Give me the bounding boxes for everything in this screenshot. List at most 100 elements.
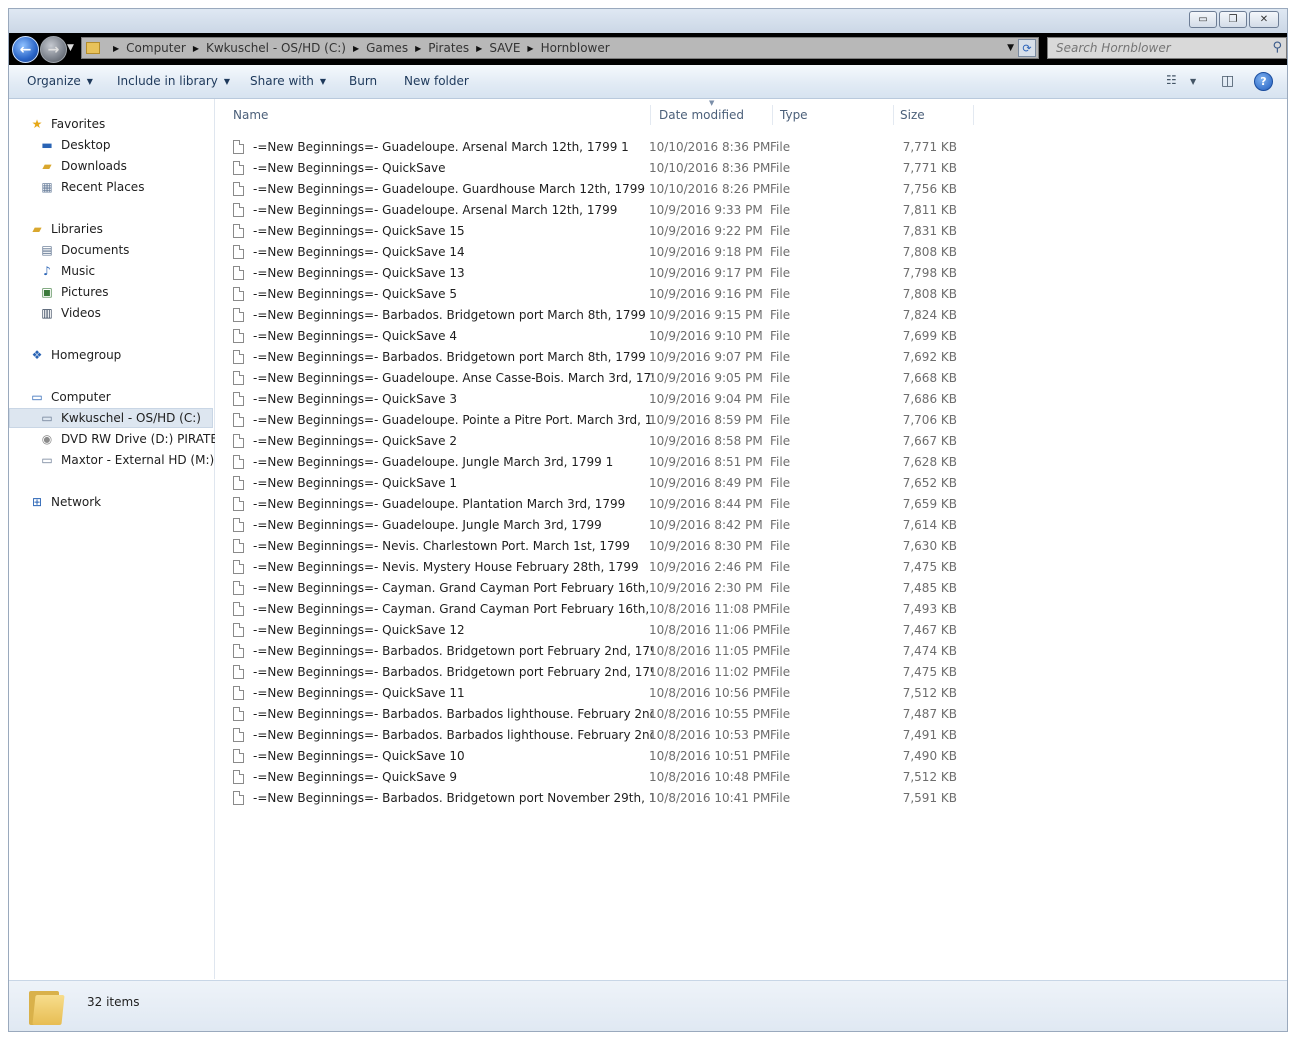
address-bar[interactable]: ▶ Computer ▶ Kwkuschel - OS/HD (C:) ▶ Ga…	[81, 37, 1039, 59]
forward-button[interactable]: →	[40, 36, 67, 63]
chevron-right-icon[interactable]: ▶	[415, 44, 421, 53]
breadcrumb-drive-c[interactable]: Kwkuschel - OS/HD (C:)	[206, 41, 346, 55]
table-row[interactable]: -=New Beginnings=- QuickSave 10/10/2016 8…	[233, 157, 993, 178]
table-row[interactable]: -=New Beginnings=- QuickSave 4 10/9/2016 …	[233, 325, 993, 346]
column-type[interactable]: Type	[774, 105, 894, 125]
table-row[interactable]: -=New Beginnings=- Nevis. Mystery House …	[233, 556, 993, 577]
table-row[interactable]: -=New Beginnings=- QuickSave 2 10/9/2016 …	[233, 430, 993, 451]
file-type: File	[770, 265, 791, 280]
table-row[interactable]: -=New Beginnings=- QuickSave 3 10/9/2016 …	[233, 388, 993, 409]
minimize-button[interactable]: ▭	[1189, 11, 1217, 28]
file-date: 10/9/2016 8:51 PM	[649, 454, 763, 469]
file-name: -=New Beginnings=- QuickSave 13	[253, 265, 465, 280]
file-date: 10/9/2016 8:49 PM	[649, 475, 763, 490]
nav-favorites[interactable]: ★ Favorites	[29, 114, 106, 134]
title-bar: ▭ ❐ ✕	[9, 9, 1287, 33]
table-row[interactable]: -=New Beginnings=- QuickSave 15 10/9/2016…	[233, 220, 993, 241]
chevron-right-icon[interactable]: ▶	[476, 44, 482, 53]
burn-button[interactable]: Burn	[349, 74, 377, 88]
organize-button[interactable]: Organize ▼	[27, 74, 93, 88]
table-row[interactable]: -=New Beginnings=- Cayman. Grand Cayman …	[233, 577, 993, 598]
file-size: 7,798 KB	[902, 265, 957, 280]
nav-libraries[interactable]: ▰ Libraries	[29, 219, 103, 239]
file-icon	[233, 139, 244, 154]
table-row[interactable]: -=New Beginnings=- QuickSave 12 10/8/2016…	[233, 619, 993, 640]
table-row[interactable]: -=New Beginnings=- QuickSave 1 10/9/2016 …	[233, 472, 993, 493]
nav-homegroup[interactable]: ❖ Homegroup	[29, 345, 122, 365]
chevron-right-icon[interactable]: ▶	[527, 44, 533, 53]
nav-computer[interactable]: ▭ Computer	[29, 387, 110, 407]
music-icon: ♪	[43, 264, 51, 278]
table-row[interactable]: -=New Beginnings=- Barbados. Barbados li…	[233, 703, 993, 724]
nav-drive-d[interactable]: ◉ DVD RW Drive (D:) PIRATES	[39, 429, 226, 449]
nav-documents[interactable]: ▤ Documents	[39, 240, 129, 260]
table-row[interactable]: -=New Beginnings=- Barbados. Bridgetown …	[233, 661, 993, 682]
nav-libraries-label: Libraries	[51, 222, 103, 236]
column-name-label: Name	[233, 108, 269, 122]
nav-videos[interactable]: ▥ Videos	[39, 303, 101, 323]
table-row[interactable]: -=New Beginnings=- Guadeloupe. Pointe a …	[233, 409, 993, 430]
close-button[interactable]: ✕	[1249, 11, 1279, 28]
table-row[interactable]: -=New Beginnings=- QuickSave 14 10/9/2016…	[233, 241, 993, 262]
nav-desktop[interactable]: ▬ Desktop	[39, 135, 110, 155]
nav-drive-c[interactable]: ▭ Kwkuschel - OS/HD (C:)	[9, 408, 213, 428]
file-name: -=New Beginnings=- Guadeloupe. Anse Cass…	[253, 370, 653, 385]
address-dropdown-icon[interactable]: ▼	[1007, 43, 1014, 53]
back-button[interactable]: ←	[12, 36, 39, 63]
table-row[interactable]: -=New Beginnings=- Barbados. Bridgetown …	[233, 346, 993, 367]
table-row[interactable]: -=New Beginnings=- Cayman. Grand Cayman …	[233, 598, 993, 619]
file-date: 10/8/2016 10:53 PM	[649, 727, 771, 742]
table-row[interactable]: -=New Beginnings=- Barbados. Bridgetown …	[233, 304, 993, 325]
file-size: 7,628 KB	[902, 454, 957, 469]
file-size: 7,699 KB	[902, 328, 957, 343]
table-row[interactable]: -=New Beginnings=- Barbados. Barbados li…	[233, 724, 993, 745]
chevron-right-icon[interactable]: ▶	[193, 44, 199, 53]
table-row[interactable]: -=New Beginnings=- Barbados. Bridgetown …	[233, 640, 993, 661]
chevron-right-icon[interactable]: ▶	[353, 44, 359, 53]
nav-downloads[interactable]: ▰ Downloads	[39, 156, 127, 176]
new-folder-button[interactable]: New folder	[404, 74, 469, 88]
table-row[interactable]: -=New Beginnings=- Guadeloupe. Guardhous…	[233, 178, 993, 199]
chevron-right-icon[interactable]: ▶	[113, 44, 119, 53]
include-in-library-button[interactable]: Include in library ▼	[117, 74, 230, 88]
table-row[interactable]: -=New Beginnings=- QuickSave 5 10/9/2016 …	[233, 283, 993, 304]
table-row[interactable]: -=New Beginnings=- Guadeloupe. Arsenal M…	[233, 136, 993, 157]
file-icon	[233, 349, 244, 364]
breadcrumb-pirates[interactable]: Pirates	[428, 41, 469, 55]
share-with-button[interactable]: Share with ▼	[250, 74, 326, 88]
breadcrumb-save[interactable]: SAVE	[489, 41, 520, 55]
table-row[interactable]: -=New Beginnings=- QuickSave 9 10/8/2016 …	[233, 766, 993, 787]
table-row[interactable]: -=New Beginnings=- Nevis. Charlestown Po…	[233, 535, 993, 556]
table-row[interactable]: -=New Beginnings=- QuickSave 10 10/8/2016…	[233, 745, 993, 766]
preview-pane-button[interactable]: ◫	[1221, 73, 1239, 89]
nav-drive-m[interactable]: ▭ Maxtor - External HD (M:)	[39, 450, 214, 470]
table-row[interactable]: -=New Beginnings=- Guadeloupe. Arsenal M…	[233, 199, 993, 220]
breadcrumb-hornblower[interactable]: Hornblower	[541, 41, 610, 55]
column-date-modified[interactable]: Date modified	[653, 105, 773, 125]
breadcrumb-games[interactable]: Games	[366, 41, 408, 55]
nav-network[interactable]: ⊞ Network	[29, 492, 101, 512]
table-row[interactable]: -=New Beginnings=- Guadeloupe. Jungle Ma…	[233, 451, 993, 472]
table-row[interactable]: -=New Beginnings=- Guadeloupe. Jungle Ma…	[233, 514, 993, 535]
table-row[interactable]: -=New Beginnings=- QuickSave 13 10/9/2016…	[233, 262, 993, 283]
column-size[interactable]: Size	[894, 105, 974, 125]
help-button[interactable]: ?	[1254, 72, 1273, 91]
change-view-button[interactable]: ☷	[1166, 73, 1184, 89]
search-icon[interactable]: ⚲	[1272, 40, 1282, 55]
table-row[interactable]: -=New Beginnings=- QuickSave 11 10/8/2016…	[233, 682, 993, 703]
table-row[interactable]: -=New Beginnings=- Barbados. Bridgetown …	[233, 787, 993, 808]
table-row[interactable]: -=New Beginnings=- Guadeloupe. Anse Cass…	[233, 367, 993, 388]
view-dropdown-button[interactable]: ▼	[1190, 77, 1208, 93]
table-row[interactable]: -=New Beginnings=- Guadeloupe. Plantatio…	[233, 493, 993, 514]
breadcrumb-computer[interactable]: Computer	[126, 41, 186, 55]
nav-recent-places[interactable]: ▦ Recent Places	[39, 177, 144, 197]
search-input[interactable]	[1054, 40, 1268, 56]
refresh-button[interactable]: ⟳	[1018, 39, 1036, 57]
recent-pages-dropdown-icon[interactable]: ▼	[67, 43, 74, 53]
restore-button[interactable]: ❐	[1219, 11, 1247, 28]
nav-music[interactable]: ♪ Music	[39, 261, 95, 281]
nav-pictures[interactable]: ▣ Pictures	[39, 282, 108, 302]
search-box[interactable]: ⚲	[1047, 37, 1287, 59]
burn-label: Burn	[349, 74, 378, 88]
column-name[interactable]: Name	[227, 105, 651, 125]
